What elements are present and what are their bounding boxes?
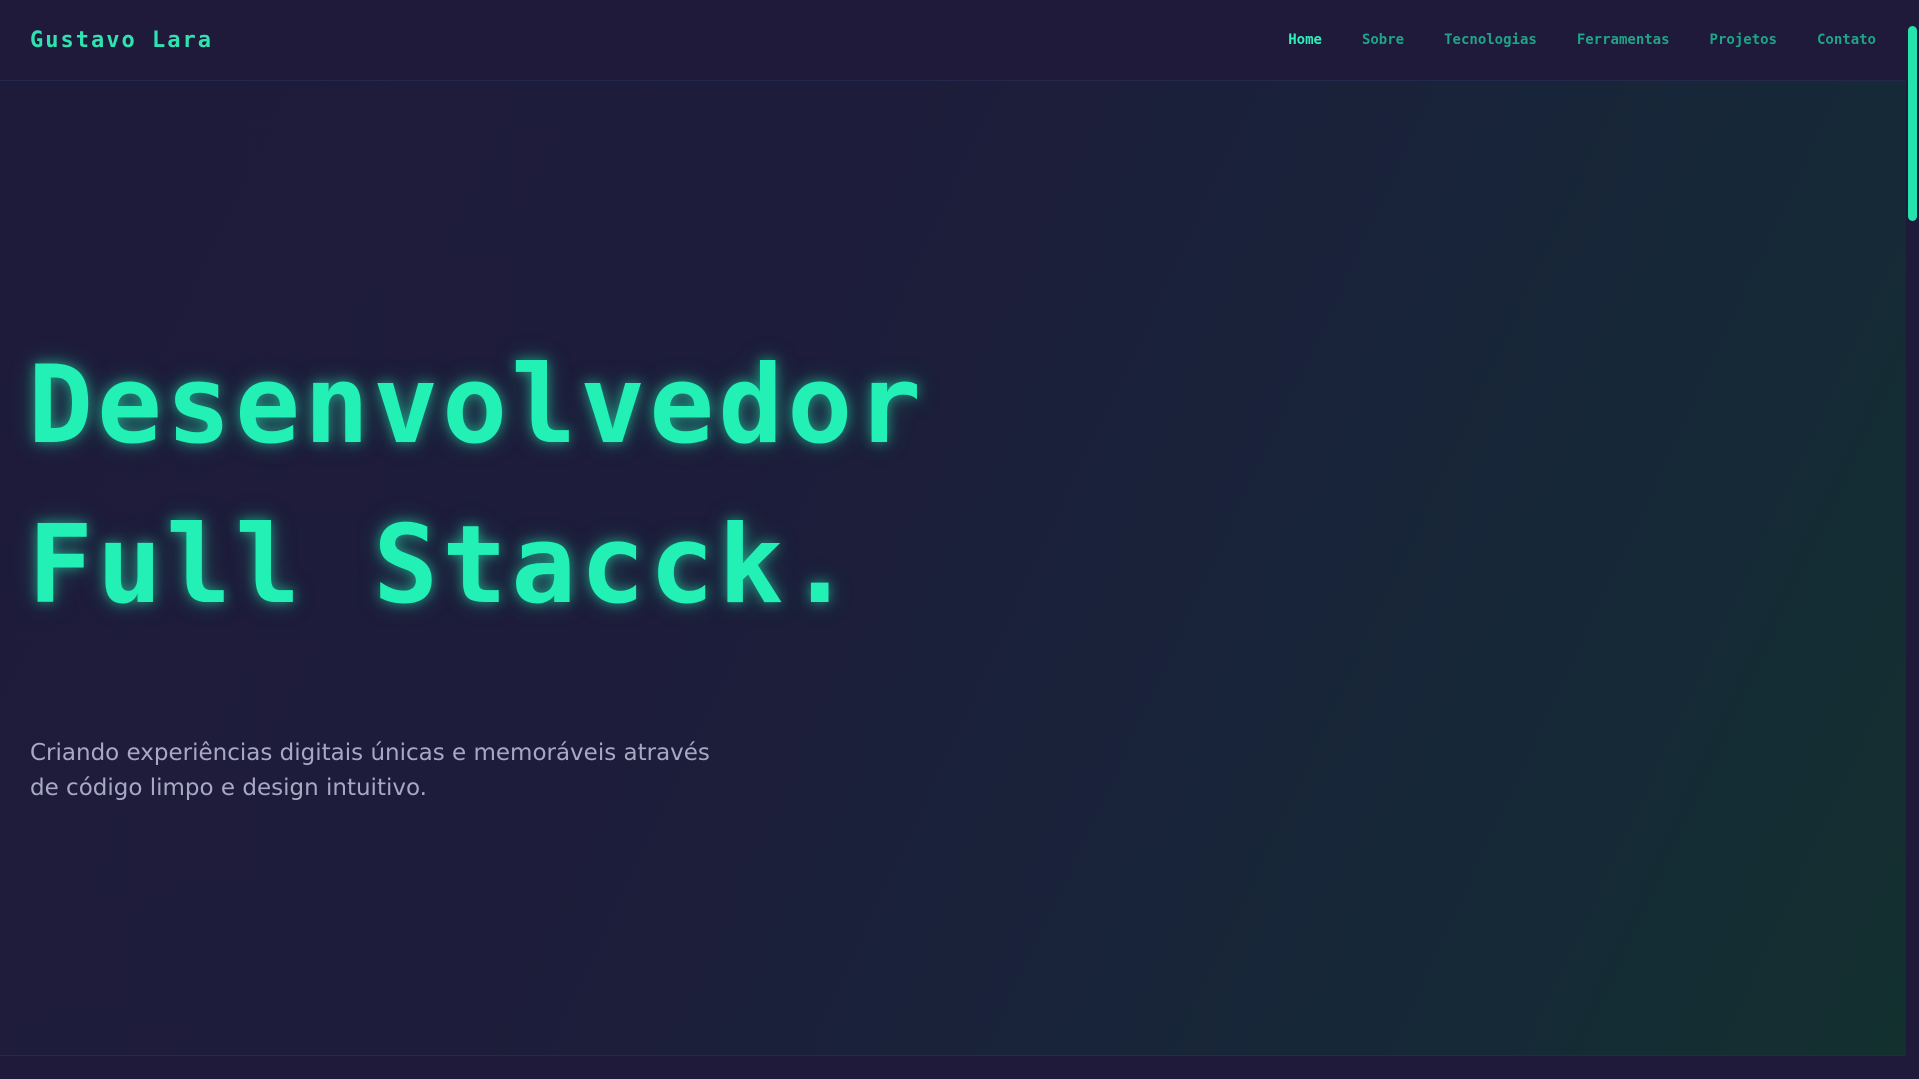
navbar: Gustavo Lara Home Sobre Tecnologias Ferr…	[0, 0, 1906, 81]
nav-menu: Home Sobre Tecnologias Ferramentas Proje…	[1288, 31, 1876, 49]
nav-link-contato[interactable]: Contato	[1817, 32, 1876, 48]
nav-link-tecnologias[interactable]: Tecnologias	[1444, 32, 1537, 48]
nav-item-projetos: Projetos	[1710, 31, 1777, 49]
nav-item-home: Home	[1288, 31, 1322, 49]
nav-item-ferramentas: Ferramentas	[1577, 31, 1670, 49]
portfolio-page: Gustavo Lara Home Sobre Tecnologias Ferr…	[0, 0, 1919, 1079]
hero-title-line-2: Full Stacck.	[28, 503, 857, 628]
hero-section: Desenvolvedor Full Stacck. Criando exper…	[0, 81, 1906, 1056]
scrollbar-thumb[interactable]	[1908, 26, 1917, 221]
nav-link-ferramentas[interactable]: Ferramentas	[1577, 32, 1670, 48]
nav-item-contato: Contato	[1817, 31, 1876, 49]
nav-item-tecnologias: Tecnologias	[1444, 31, 1537, 49]
nav-item-sobre: Sobre	[1362, 31, 1404, 49]
hero-title-line-1: Desenvolvedor	[28, 343, 926, 468]
hero-title: Desenvolvedor Full Stacck.	[28, 326, 925, 646]
hero-subtitle: Criando experiências digitais únicas e m…	[30, 740, 710, 801]
nav-link-projetos[interactable]: Projetos	[1710, 32, 1777, 48]
nav-link-sobre[interactable]: Sobre	[1362, 32, 1404, 48]
nav-link-home[interactable]: Home	[1288, 32, 1322, 48]
page-scrollbar[interactable]	[1906, 0, 1919, 1079]
brand-logo-link[interactable]: Gustavo Lara	[30, 28, 213, 53]
next-section-edge	[0, 1056, 1906, 1079]
